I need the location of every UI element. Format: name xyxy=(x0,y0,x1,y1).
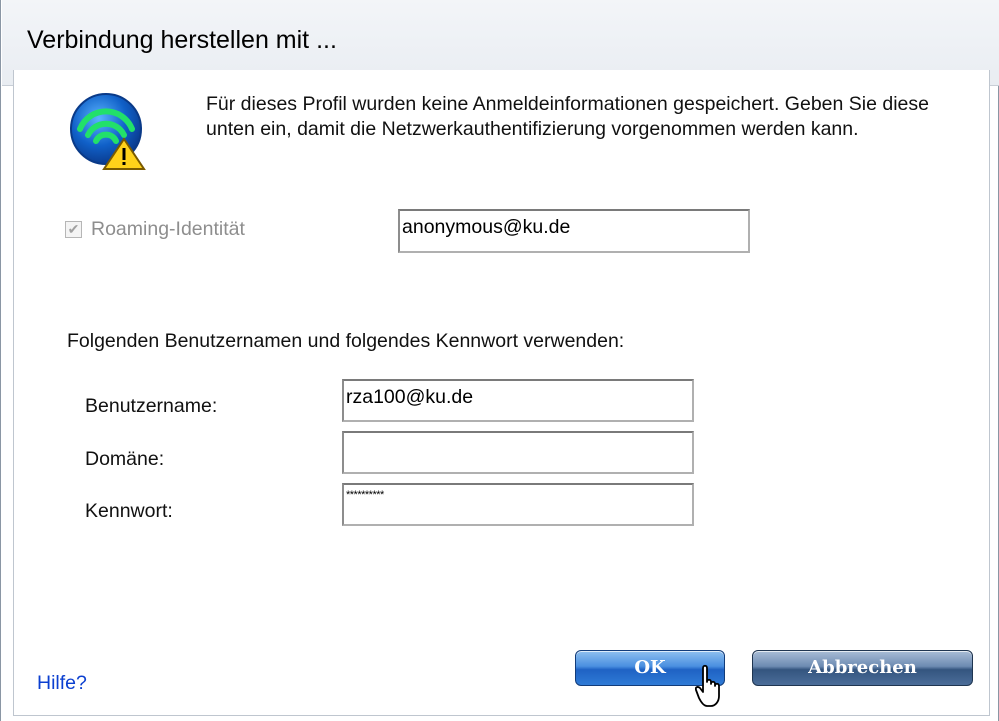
roaming-identity-checkbox[interactable]: ✔ xyxy=(65,221,82,238)
roaming-identity-label: Roaming-Identität xyxy=(91,218,245,240)
help-link[interactable]: Hilfe? xyxy=(37,672,87,695)
intro-text: Für dieses Profil wurden keine Anmeldein… xyxy=(206,93,929,140)
dialog-window: Verbindung herstellen mit ... Für dieses… xyxy=(0,0,999,721)
credentials-section-label: Folgenden Benutzernamen und folgendes Ke… xyxy=(67,330,625,352)
domain-input[interactable] xyxy=(342,431,694,474)
password-input[interactable]: ********** xyxy=(342,483,694,526)
mouse-pointer-icon xyxy=(695,664,720,707)
roaming-identity-input[interactable]: anonymous@ku.de xyxy=(398,209,750,253)
cancel-button[interactable]: Abbrechen xyxy=(752,650,973,686)
wireless-network-warning-icon xyxy=(70,93,146,170)
domain-label: Domäne: xyxy=(85,448,165,470)
password-label: Kennwort: xyxy=(85,500,173,522)
username-input[interactable]: rza100@ku.de xyxy=(342,379,694,422)
username-label: Benutzername: xyxy=(85,395,218,417)
window-title: Verbindung herstellen mit ... xyxy=(27,26,337,54)
